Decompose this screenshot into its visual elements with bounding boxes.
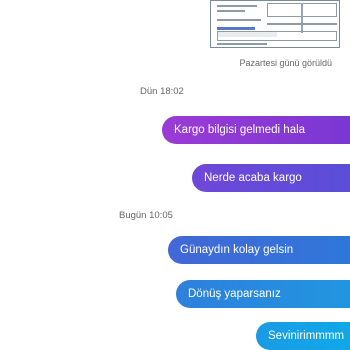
doc-line (217, 19, 261, 21)
message-bubble[interactable]: Dönüş yaparsanız (176, 280, 350, 308)
doc-line (217, 5, 257, 7)
message-bubble[interactable]: Kargo bilgisi gelmedi hala (162, 116, 350, 144)
date-separator: Dün 18:02 (140, 86, 184, 97)
message-bubble[interactable]: Günaydın kolay gelsin (168, 236, 350, 264)
doc-line (217, 43, 267, 45)
document-attachment-preview[interactable] (210, 0, 340, 48)
doc-divider (301, 3, 303, 33)
date-separator: Bugün 10:05 (119, 210, 173, 221)
doc-highlight (217, 27, 255, 30)
doc-line (217, 10, 245, 12)
seen-status: Pazartesi günü görüldü (239, 58, 332, 68)
chat-screen: Pazartesi günü görüldü Dün 18:02 Kargo b… (0, 0, 350, 350)
message-bubble[interactable]: Sevinirimmmm (256, 322, 350, 350)
message-bubble[interactable]: Nerde acaba kargo (192, 164, 350, 192)
doc-line (267, 23, 337, 25)
doc-box (217, 31, 337, 41)
